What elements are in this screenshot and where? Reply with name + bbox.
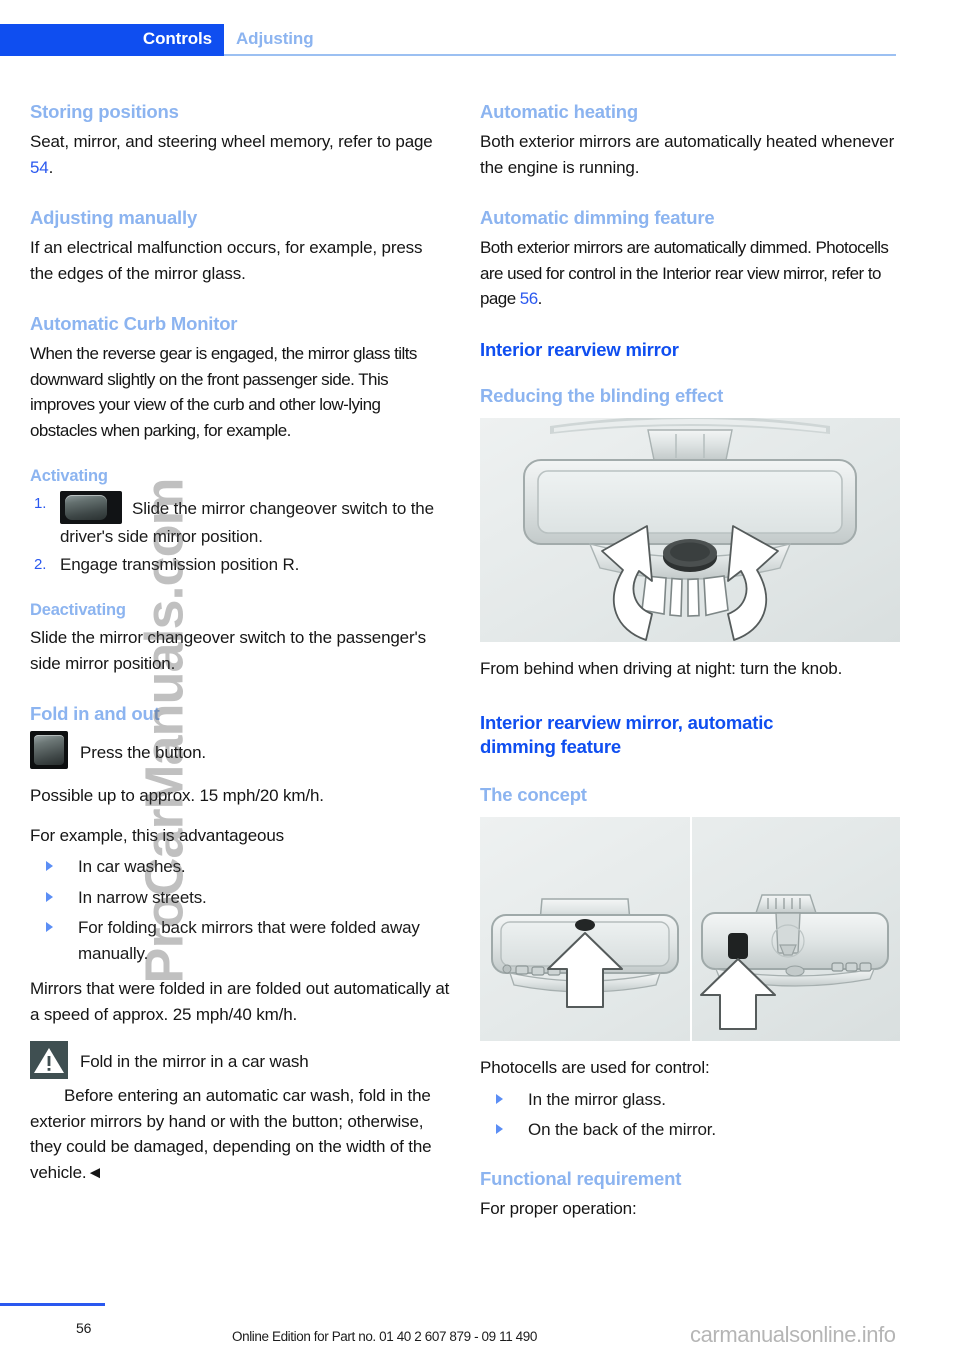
left-column: Storing positions Seat, mirror, and stee…	[30, 100, 450, 1185]
list-item: In car washes.	[30, 854, 450, 880]
text-fold-out-automatic: Mirrors that were folded in are folded o…	[30, 979, 450, 1024]
auto-dimming-text-after: .	[537, 289, 543, 308]
triangle-bullet-icon	[496, 1093, 503, 1104]
photocell-locations-list: In the mirror glass. On the back of the …	[480, 1087, 900, 1143]
list-item: On the back of the mirror.	[480, 1117, 900, 1143]
breadcrumb-chapter[interactable]: Controls	[0, 24, 224, 56]
page-header: Controls Adjusting	[0, 24, 960, 56]
heading-interior-rearview-mirror: Interior rearview mirror	[480, 338, 679, 360]
heading-activating: Activating	[30, 467, 108, 485]
text-automatic-curb-monitor: When the reverse gear is engaged, the mi…	[30, 344, 417, 440]
watermark-carmanualsonline: carmanualsonline.info	[690, 1322, 896, 1347]
storing-positions-text-after: .	[48, 157, 54, 177]
step-number: 2.	[34, 555, 47, 573]
photocell-locations-figure	[480, 817, 900, 1041]
text-photocells-lead: Photocells are used for control:	[480, 1058, 710, 1077]
text-press-the-button: Press the button.	[30, 731, 450, 769]
text-fold-advantageous: For example, this is advantageous	[30, 825, 284, 845]
press-button-label: Press the button.	[80, 743, 206, 762]
text-storing-positions: Seat, mirror, and steering wheel memory,…	[30, 129, 450, 180]
list-item-label: In narrow streets.	[78, 887, 207, 907]
heading-deactivating: Deactivating	[30, 601, 126, 619]
page-reference-56[interactable]: 56	[520, 289, 538, 308]
triangle-bullet-icon	[46, 891, 53, 902]
heading-fold-in-and-out: Fold in and out	[30, 703, 160, 724]
footer-divider	[0, 1303, 105, 1306]
heading-the-concept: The concept	[480, 784, 587, 805]
fold-button-icon	[30, 731, 68, 769]
heading-storing-positions: Storing positions	[30, 101, 179, 122]
list-item-label: For folding back mirrors that were folde…	[78, 918, 420, 963]
heading-automatic-dimming-feature: Automatic dimming feature	[480, 207, 715, 228]
activating-steps: 1. Slide the mirror changeover switch to…	[30, 491, 450, 577]
storing-positions-text-before: Seat, mirror, and steering wheel memory,…	[30, 132, 433, 151]
fold-advantages-list: In car washes. In narrow streets. For fo…	[30, 854, 450, 966]
right-column: Automatic heating Both exterior mirrors …	[480, 100, 900, 1221]
caption-turn-the-knob: From behind when driving at night: turn …	[480, 658, 843, 678]
heading-reducing-blinding-effect: Reducing the blinding effect	[480, 384, 724, 406]
list-item: 1. Slide the mirror changeover switch to…	[30, 491, 450, 550]
text-functional-requirement: For proper operation:	[480, 1198, 637, 1218]
text-adjusting-manually: If an electrical malfunction occurs, for…	[30, 238, 423, 283]
heading-automatic-curb-monitor: Automatic Curb Monitor	[30, 313, 238, 334]
breadcrumb-chapter-label: Controls	[142, 29, 212, 48]
page-reference-54[interactable]: 54	[30, 158, 49, 177]
header-divider	[224, 54, 896, 56]
list-item: For folding back mirrors that were folde…	[30, 915, 450, 966]
list-item-label: In car washes.	[78, 857, 186, 876]
breadcrumb-section-label: Adjusting	[236, 29, 314, 48]
triangle-bullet-icon	[46, 861, 53, 871]
interior-rearview-mirror-knob-figure	[480, 417, 900, 642]
step-number: 1.	[34, 495, 47, 512]
heading-functional-requirement: Functional requirement	[480, 1167, 682, 1189]
text-deactivating: Slide the mirror changeover switch to th…	[30, 628, 426, 673]
list-item: 2. Engage transmission position R.	[30, 552, 450, 578]
triangle-bullet-icon	[496, 1124, 503, 1134]
page-number: 56	[76, 1320, 92, 1336]
list-item-label: On the back of the mirror.	[528, 1120, 716, 1139]
step-text: Engage transmission position R.	[60, 554, 300, 574]
list-item: In the mirror glass.	[480, 1087, 900, 1113]
text-automatic-dimming-feature: Both exterior mirrors are automatically …	[480, 235, 900, 312]
heading-interior-rearview-mirror-auto-dimming: Interior rearview mirror, automatic dimm…	[480, 712, 774, 757]
heading-automatic-heating: Automatic heating	[480, 101, 638, 122]
heading-adjusting-manually: Adjusting manually	[30, 207, 198, 228]
triangle-bullet-icon	[46, 922, 53, 932]
text-fold-speed-limit: Possible up to approx. 15 mph/20 km/h.	[30, 786, 324, 805]
footer-edition-text: Online Edition for Part no. 01 40 2 607 …	[232, 1329, 537, 1344]
text-automatic-heating: Both exterior mirrors are automatically …	[480, 132, 895, 177]
list-item-label: In the mirror glass.	[528, 1089, 666, 1109]
mirror-changeover-switch-icon	[60, 491, 122, 524]
warning-body: Before entering an automatic car wash, f…	[30, 1086, 432, 1182]
warning-title-row: Fold in the mirror in a car wash	[30, 1041, 450, 1079]
warning-title: Fold in the mirror in a car wash	[80, 1052, 309, 1071]
warning-triangle-icon	[30, 1041, 68, 1079]
list-item: In narrow streets.	[30, 885, 450, 911]
